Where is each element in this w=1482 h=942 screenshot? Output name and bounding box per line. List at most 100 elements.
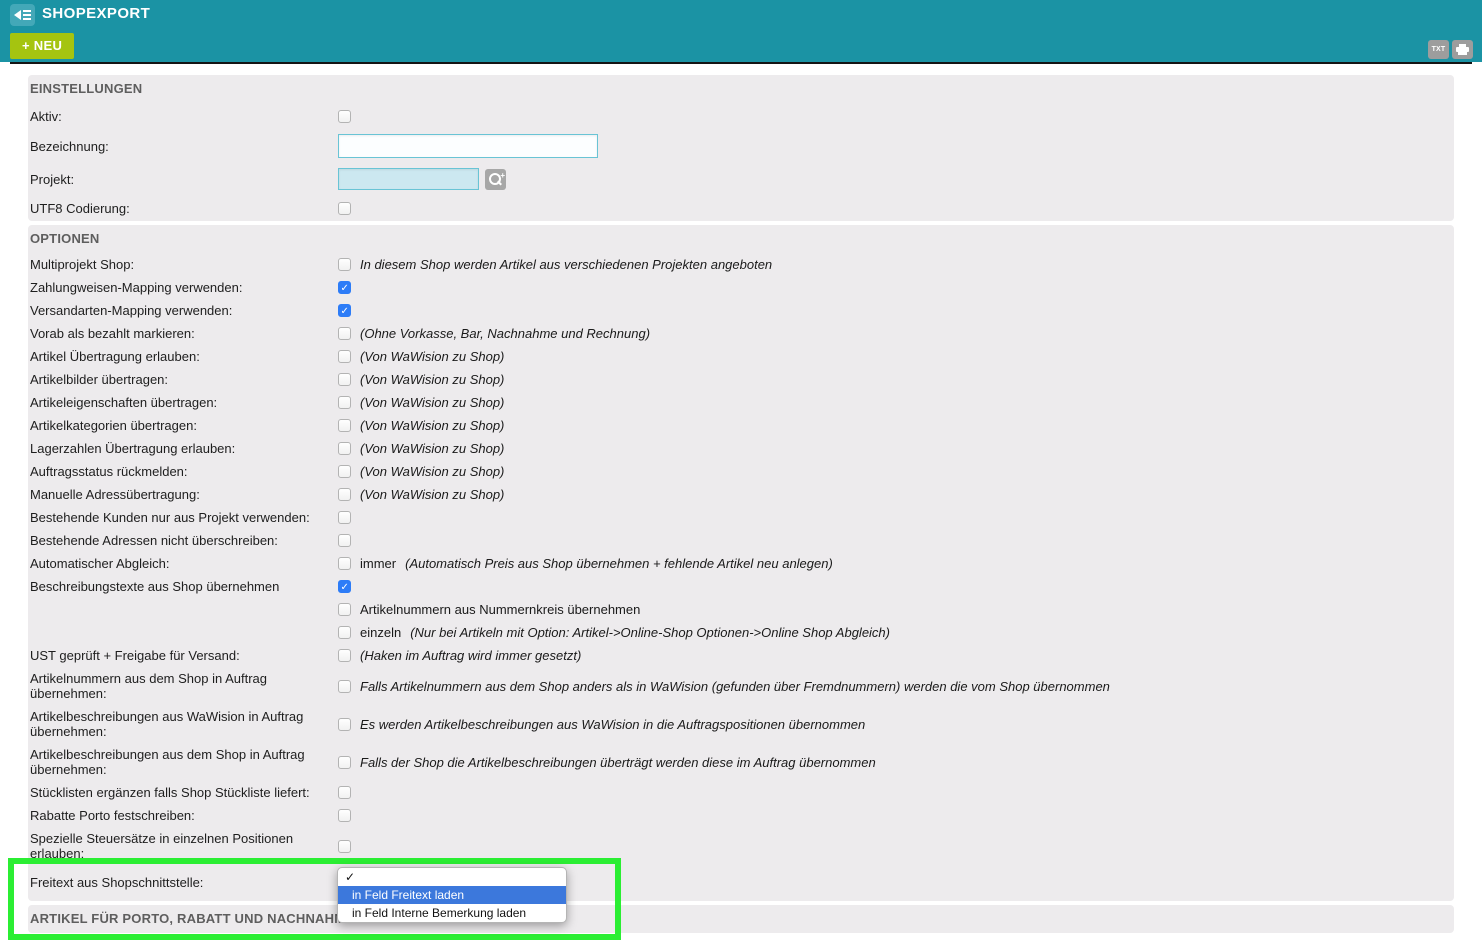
bezeichnung-input[interactable] xyxy=(338,134,598,158)
option-row-label: Bestehende Adressen nicht überschreiben: xyxy=(30,533,338,548)
checkbox[interactable] xyxy=(338,649,351,662)
checkbox[interactable] xyxy=(338,840,351,853)
checkbox[interactable] xyxy=(338,680,351,693)
row-bezeichnung: Bezeichnung: xyxy=(28,130,1454,162)
option-row: Artikeleigenschaften übertragen:(Von WaW… xyxy=(28,391,1454,414)
option-row-label: Artikelbeschreibungen aus dem Shop in Au… xyxy=(30,747,338,777)
option-row: Vorab als bezahlt markieren:(Ohne Vorkas… xyxy=(28,322,1454,345)
option-note: (Von WaWision zu Shop) xyxy=(360,441,504,456)
option-note: (Haken im Auftrag wird immer gesetzt) xyxy=(360,648,581,663)
back-menu-icon[interactable] xyxy=(10,4,35,26)
projekt-input[interactable] xyxy=(338,168,479,190)
option-row-label: Bestehende Kunden nur aus Projekt verwen… xyxy=(30,510,338,525)
option-row-label: Versandarten-Mapping verwenden: xyxy=(30,303,338,318)
option-note: Falls Artikelnummern aus dem Shop anders… xyxy=(360,679,1110,694)
aktiv-checkbox[interactable] xyxy=(338,110,351,123)
option-row-label: Beschreibungstexte aus Shop übernehmen xyxy=(30,579,338,594)
checkbox[interactable] xyxy=(338,465,351,478)
option-row: Automatischer Abgleich:immer(Automatisch… xyxy=(28,552,1454,575)
checkbox[interactable] xyxy=(338,511,351,524)
checkbox[interactable] xyxy=(338,580,351,593)
section-optionen: OPTIONEN Multiprojekt Shop:In diesem Sho… xyxy=(28,225,1454,901)
checkbox[interactable] xyxy=(338,327,351,340)
option-row-label: Zahlungweisen-Mapping verwenden: xyxy=(30,280,338,295)
option-row: Artikelkategorien übertragen: (Von WaWisi… xyxy=(28,414,1454,437)
option-row-label: UST geprüft + Freigabe für Versand: xyxy=(30,648,338,663)
option-row: Versandarten-Mapping verwenden: xyxy=(28,299,1454,322)
printer-icon xyxy=(1456,44,1469,55)
option-note: (Von WaWision zu Shop) xyxy=(360,395,504,410)
top-bar: SHOPEXPORT + NEU TXT xyxy=(0,0,1482,62)
option-row: Artikelnummern aus Nummernkreis übernehm… xyxy=(28,598,1454,621)
option-note: (Von WaWision zu Shop) xyxy=(360,464,504,479)
checkbox[interactable] xyxy=(338,419,351,432)
section-artikel-porto: ARTIKEL FÜR PORTO, RABATT UND NACHNAHMEG… xyxy=(28,905,1454,933)
page-title: SHOPEXPORT xyxy=(42,5,150,22)
option-row-label: Lagerzahlen Übertragung erlauben: xyxy=(30,441,338,456)
option-row-label: Manuelle Adressübertragung: xyxy=(30,487,338,502)
bezeichnung-label: Bezeichnung: xyxy=(30,139,338,154)
option-row: Manuelle Adressübertragung: (Von WaWision… xyxy=(28,483,1454,506)
dropdown-option[interactable]: in Feld Interne Bemerkung laden xyxy=(338,904,566,922)
projekt-search-button[interactable]: + xyxy=(485,169,506,190)
dropdown-option-selected[interactable]: ✓ xyxy=(338,868,566,886)
option-row: einzeln(Nur bei Artikeln mit Option: Art… xyxy=(28,621,1454,644)
option-row: Bestehende Adressen nicht überschreiben: xyxy=(28,529,1454,552)
option-row-label: Artikelnummern aus dem Shop in Auftrag ü… xyxy=(30,671,338,701)
checkbox[interactable] xyxy=(338,396,351,409)
checkbox[interactable] xyxy=(338,718,351,731)
option-row: Rabatte Porto festschreiben: xyxy=(28,804,1454,827)
checkbox[interactable] xyxy=(338,258,351,271)
option-row-label: Rabatte Porto festschreiben: xyxy=(30,808,338,823)
aktiv-label: Aktiv: xyxy=(30,109,338,124)
checkbox[interactable] xyxy=(338,350,351,363)
row-projekt: Projekt: + xyxy=(28,162,1454,196)
utf8-checkbox[interactable] xyxy=(338,202,351,215)
option-pre-text: Artikelnummern aus Nummernkreis übernehm… xyxy=(360,602,640,617)
txt-icon: TXT xyxy=(1432,46,1446,53)
checkbox[interactable] xyxy=(338,488,351,501)
checkbox[interactable] xyxy=(338,373,351,386)
option-note: (Ohne Vorkasse, Bar, Nachnahme und Rechn… xyxy=(360,326,650,341)
option-row: Artikelbeschreibungen aus WaWision in Au… xyxy=(28,705,1454,743)
option-row: Lagerzahlen Übertragung erlauben: (Von Wa… xyxy=(28,437,1454,460)
option-row-label: Automatischer Abgleich: xyxy=(30,556,338,571)
option-row: Artikelbilder übertragen:(Von WaWision z… xyxy=(28,368,1454,391)
option-row: Artikel Übertragung erlauben:(Von WaWisi… xyxy=(28,345,1454,368)
option-row-label: Artikelbilder übertragen: xyxy=(30,372,338,387)
option-row: Beschreibungstexte aus Shop übernehmen xyxy=(28,575,1454,598)
new-button[interactable]: + NEU xyxy=(10,33,74,59)
checkbox[interactable] xyxy=(338,809,351,822)
checkbox[interactable] xyxy=(338,534,351,547)
option-note: Es werden Artikelbeschreibungen aus WaWi… xyxy=(360,717,865,732)
back-arrow-icon xyxy=(14,10,21,20)
checkbox[interactable] xyxy=(338,442,351,455)
row-utf8: UTF8 Codierung: xyxy=(28,196,1454,221)
option-row-label: Stücklisten ergänzen falls Shop Stücklis… xyxy=(30,785,338,800)
projekt-label: Projekt: xyxy=(30,172,338,187)
checkbox[interactable] xyxy=(338,786,351,799)
checkbox[interactable] xyxy=(338,281,351,294)
checkbox[interactable] xyxy=(338,603,351,616)
checkbox[interactable] xyxy=(338,304,351,317)
checkbox[interactable] xyxy=(338,557,351,570)
dropdown-option[interactable]: in Feld Freitext laden xyxy=(338,886,566,904)
txt-export-button[interactable]: TXT xyxy=(1428,40,1449,59)
option-note: (Von WaWision zu Shop) xyxy=(360,418,504,433)
option-note: Falls der Shop die Artikelbeschreibungen… xyxy=(360,755,876,770)
utf8-label: UTF8 Codierung: xyxy=(30,201,338,216)
option-row-label: Multiprojekt Shop: xyxy=(30,257,338,272)
checkbox[interactable] xyxy=(338,756,351,769)
checkbox[interactable] xyxy=(338,626,351,639)
menu-lines-icon xyxy=(23,10,31,20)
option-note: (Nur bei Artikeln mit Option: Artikel->O… xyxy=(410,625,890,640)
section-title-artikel-porto: ARTIKEL FÜR PORTO, RABATT UND NACHNAHMEG… xyxy=(28,905,1454,933)
freitext-label: Freitext aus Shopschnittstelle: xyxy=(30,875,338,890)
option-row-label: Artikelkategorien übertragen: xyxy=(30,418,338,433)
option-row: Zahlungweisen-Mapping verwenden: xyxy=(28,276,1454,299)
option-note: (Von WaWision zu Shop) xyxy=(360,487,504,502)
option-pre-text: immer xyxy=(360,556,396,571)
print-button[interactable] xyxy=(1452,40,1473,59)
option-row: Stücklisten ergänzen falls Shop Stücklis… xyxy=(28,781,1454,804)
content-panel: EINSTELLUNGEN Aktiv: Bezeichnung: Projek… xyxy=(10,62,1472,942)
